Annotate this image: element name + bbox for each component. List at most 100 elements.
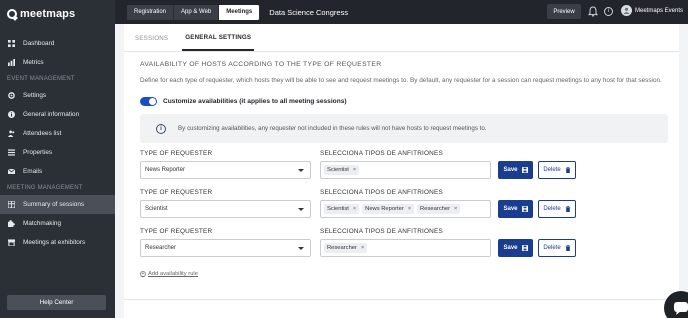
subtabs: SESSIONS GENERAL SETTINGS xyxy=(124,24,679,52)
sidebar-item-label: Matchmaking xyxy=(23,220,62,227)
sidebar-item-general-information[interactable]: General information xyxy=(0,105,115,124)
sidebar-item-properties[interactable]: Properties xyxy=(0,143,115,162)
sidebar-item-label: Attendees list xyxy=(23,130,62,137)
chip-remove-icon[interactable]: × xyxy=(361,245,364,251)
save-button[interactable]: Save xyxy=(498,239,533,257)
save-button[interactable]: Save xyxy=(498,200,533,218)
sidebar-item-summary-of-sessions[interactable]: Summary of sessions xyxy=(0,195,115,214)
add-availability-rule-link[interactable]: + Add availability rule xyxy=(140,271,198,277)
tab-sessions[interactable]: SESSIONS xyxy=(135,35,175,51)
save-label: Save xyxy=(503,167,518,173)
requester-select[interactable]: News Reporter xyxy=(140,161,311,179)
requester-value: Scientist xyxy=(145,206,168,212)
sidebar-item-label: Settings xyxy=(23,92,47,99)
section-heading-meeting: MEETING MANAGEMENT xyxy=(7,185,83,191)
chip-label: News Reporter xyxy=(365,206,404,212)
mail-icon xyxy=(8,168,15,174)
notice-text: By customizing availabilities, any reque… xyxy=(178,125,487,132)
save-label: Save xyxy=(503,206,518,212)
brand-name: meetmaps xyxy=(20,8,76,20)
delete-button[interactable]: Delete xyxy=(538,200,576,218)
sidebar-item-emails[interactable]: Emails xyxy=(0,162,115,181)
preview-button[interactable]: Preview xyxy=(547,4,581,19)
trash-icon xyxy=(565,206,570,212)
sidebar-item-metrics[interactable]: Metrics xyxy=(0,53,115,72)
hosts-multiselect[interactable]: Researcher × xyxy=(320,239,491,257)
delete-button[interactable]: Delete xyxy=(538,239,576,257)
chip-remove-icon[interactable]: × xyxy=(408,206,411,212)
chip-label: Scientist xyxy=(327,206,349,212)
topbar: Registration App & Web Meetings Data Sci… xyxy=(115,0,688,24)
sidebar-item-label: Summary of sessions xyxy=(23,201,85,208)
host-chip: Scientist × xyxy=(324,165,360,175)
sidebar-item-matchmaking[interactable]: Matchmaking xyxy=(0,214,115,233)
sidebar-item-attendees-list[interactable]: Attendees list xyxy=(0,124,115,143)
grid-icon xyxy=(8,40,15,47)
chevron-down-icon xyxy=(298,247,304,250)
save-button[interactable]: Save xyxy=(498,161,533,179)
puzzle-icon xyxy=(8,220,15,227)
tab-general-settings[interactable]: GENERAL SETTINGS xyxy=(182,34,255,51)
hosts-multiselect[interactable]: Scientist × xyxy=(320,161,491,179)
trash-icon xyxy=(565,167,570,173)
main-content: SESSIONS GENERAL SETTINGS AVAILABILITY O… xyxy=(124,24,679,318)
sidebar-item-dashboard[interactable]: Dashboard xyxy=(0,34,115,53)
hosts-multiselect[interactable]: Scientist × News Reporter × Researcher × xyxy=(320,200,491,218)
event-title: Data Science Congress xyxy=(269,7,349,17)
section-heading-event: EVENT MANAGEMENT xyxy=(7,76,75,82)
floppy-icon xyxy=(521,245,528,251)
requester-label: TYPE OF REQUESTER xyxy=(140,150,213,157)
section-description: Define for each type of requester, which… xyxy=(140,77,662,84)
user-menu[interactable]: Meetmaps Events xyxy=(621,5,683,16)
customize-availabilities-toggle[interactable] xyxy=(140,97,157,106)
trash-icon xyxy=(565,245,570,251)
info-circle-icon: i xyxy=(156,123,166,134)
gear-icon xyxy=(8,92,15,99)
requester-value: News Reporter xyxy=(145,167,186,173)
delete-button[interactable]: Delete xyxy=(538,161,576,179)
info-notice: i By customizing availabilities, any req… xyxy=(140,114,668,143)
floppy-icon xyxy=(521,206,528,212)
chart-icon xyxy=(8,59,15,66)
brand-logo[interactable]: meetmaps xyxy=(0,0,115,28)
tab-app-web[interactable]: App & Web xyxy=(174,4,220,20)
tab-registration[interactable]: Registration xyxy=(127,4,175,20)
chip-label: Researcher xyxy=(327,245,357,251)
sidebar-item-settings[interactable]: Settings xyxy=(0,86,115,105)
list-icon xyxy=(8,149,15,156)
user-name: Meetmaps Events xyxy=(635,7,684,14)
host-chip: Researcher × xyxy=(324,243,368,253)
requester-label: TYPE OF REQUESTER xyxy=(140,228,213,235)
delete-label: Delete xyxy=(543,245,561,251)
hosts-label: SELECCIONA TIPOS DE ANFITRIONES xyxy=(320,189,443,196)
host-chip: Scientist × xyxy=(324,204,360,214)
chip-remove-icon[interactable]: × xyxy=(454,206,457,212)
sidebar-item-label: Metrics xyxy=(23,59,44,66)
table-icon xyxy=(8,201,15,208)
info-icon[interactable]: i xyxy=(604,7,613,16)
help-center-button[interactable]: Help Center xyxy=(7,295,106,310)
requester-select[interactable]: Researcher xyxy=(140,239,311,257)
sidebar-item-label: Dashboard xyxy=(23,40,55,47)
sidebar-item-label: General information xyxy=(23,111,80,118)
requester-select[interactable]: Scientist xyxy=(140,200,311,218)
sidebar-item-label: Emails xyxy=(23,168,43,175)
sidebar-item-meetings-at-exhibitors[interactable]: Meetings at exhibitors xyxy=(0,233,115,252)
store-icon xyxy=(8,239,15,246)
delete-label: Delete xyxy=(543,206,561,212)
people-icon xyxy=(8,130,15,137)
avatar xyxy=(621,5,632,16)
tab-meetings[interactable]: Meetings xyxy=(219,4,261,20)
hosts-label: SELECCIONA TIPOS DE ANFITRIONES xyxy=(320,228,443,235)
chip-remove-icon[interactable]: × xyxy=(353,167,356,173)
module-tabs: Registration App & Web Meetings xyxy=(127,4,261,20)
chevron-down-icon xyxy=(298,208,304,211)
requester-label: TYPE OF REQUESTER xyxy=(140,189,213,196)
chip-remove-icon[interactable]: × xyxy=(353,206,356,212)
bell-icon[interactable] xyxy=(588,6,598,17)
info-icon xyxy=(8,111,15,118)
user-icon xyxy=(623,7,630,14)
save-label: Save xyxy=(503,245,518,251)
hosts-label: SELECCIONA TIPOS DE ANFITRIONES xyxy=(320,150,443,157)
floppy-icon xyxy=(521,167,528,173)
